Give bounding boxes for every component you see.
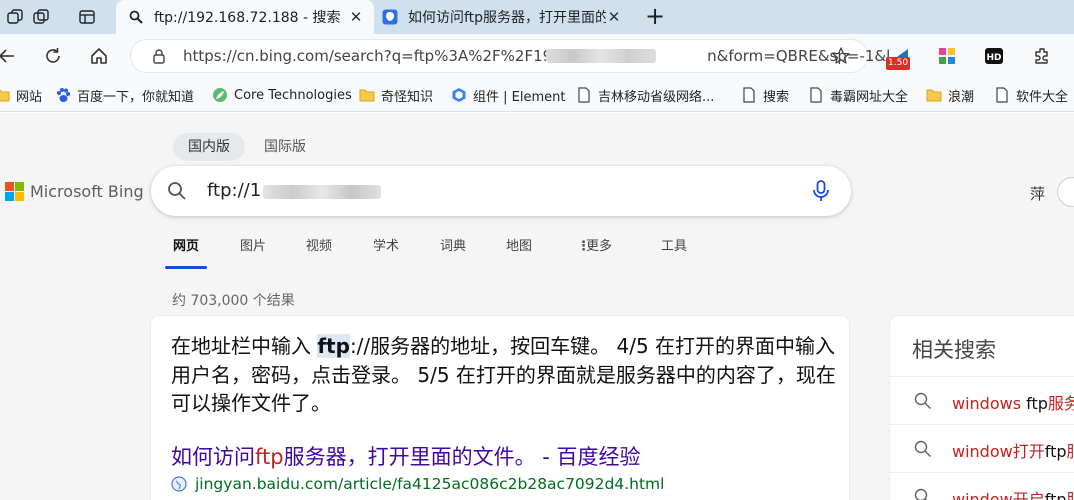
bookmark-search[interactable]: 搜索 xyxy=(741,86,789,105)
new-tab-button[interactable]: + xyxy=(642,4,668,30)
tab-search[interactable]: ftp://192.168.72.188 - 搜索 ✕ xyxy=(116,0,374,34)
tab-baidu-jingyan[interactable]: 如何访问ftp服务器，打开里面的文 ✕ xyxy=(378,0,632,34)
baidu-paw-icon xyxy=(55,87,71,103)
region-international-tab[interactable]: 国际版 xyxy=(264,133,306,161)
home-icon[interactable] xyxy=(87,44,111,68)
address-url: https://cn.bing.com/search?q=ftp%3A%2F%2… xyxy=(183,47,905,65)
tab-images[interactable]: 图片 xyxy=(240,233,266,269)
bookmark-langchao[interactable]: 浪潮 xyxy=(926,86,974,105)
tab-tools[interactable]: 工具 xyxy=(661,233,687,269)
tab-more[interactable]: ⋮更多 xyxy=(577,233,612,269)
search-icon xyxy=(914,392,932,410)
bookmark-wangzhan[interactable]: 网站 xyxy=(0,86,42,105)
vertical-tabs-icon[interactable] xyxy=(76,6,98,28)
search-box[interactable]: ftp://1 xyxy=(151,166,851,216)
back-icon[interactable] xyxy=(0,44,18,68)
extensions-icon[interactable] xyxy=(1029,43,1055,69)
related-item[interactable]: windows ftp服务 xyxy=(890,376,1074,424)
redacted-blur xyxy=(546,49,656,63)
element-logo-icon xyxy=(451,87,467,103)
folder-icon xyxy=(926,87,942,103)
region-domestic-tab[interactable]: 国内版 xyxy=(173,133,245,161)
page-icon xyxy=(808,87,824,103)
puzzle-extension-icon[interactable] xyxy=(934,43,960,69)
tab-dictionary[interactable]: 词典 xyxy=(440,233,466,269)
baidu-favicon-icon xyxy=(382,9,398,25)
workspaces-icon[interactable] xyxy=(4,6,26,28)
microphone-icon[interactable] xyxy=(811,180,831,202)
bookmarks-bar: 网站 百度一下，你就知道 Core Technologies 奇怪知识 组件 |… xyxy=(0,78,1074,112)
close-icon[interactable]: ✕ xyxy=(348,8,364,26)
collections-icon[interactable] xyxy=(30,6,52,28)
bookmark-baidu[interactable]: 百度一下，你就知道 xyxy=(55,86,194,105)
folder-icon xyxy=(0,87,10,103)
address-bar[interactable]: https://cn.bing.com/search?q=ftp%3A%2F%2… xyxy=(130,39,905,73)
more-dots-icon: ⋮ xyxy=(577,239,590,254)
favorite-star-icon[interactable] xyxy=(831,46,851,66)
bookmark-ruanjian[interactable]: 软件大全 xyxy=(994,86,1068,105)
tab-videos[interactable]: 视频 xyxy=(306,233,332,269)
result-url[interactable]: jingyan.baidu.com/article/fa4125ac086c2b… xyxy=(171,474,664,494)
bing-logo[interactable]: Microsoft Bing xyxy=(5,181,144,201)
hd-extension-icon[interactable]: HD xyxy=(981,43,1007,69)
tab-web[interactable]: 网页 xyxy=(164,233,208,269)
top-answer-card: 在地址栏中输入 ftp://服务器的地址，按回车键。 4/5 在打开的界面中输入… xyxy=(151,316,849,500)
folder-icon xyxy=(359,87,375,103)
redacted-blur xyxy=(263,185,381,199)
bookmark-duba[interactable]: 毒霸网址大全 xyxy=(808,86,908,105)
tab-title: 如何访问ftp服务器，打开里面的文 xyxy=(408,10,606,26)
answer-snippet: 在地址栏中输入 ftp://服务器的地址，按回车键。 4/5 在打开的界面中输入… xyxy=(171,334,836,415)
related-title: 相关搜索 xyxy=(912,338,996,362)
bookmark-qiguai[interactable]: 奇怪知识 xyxy=(359,86,433,105)
search-icon xyxy=(128,9,144,25)
refresh-icon[interactable] xyxy=(41,44,65,68)
search-icon xyxy=(914,440,932,458)
bookmark-jilin[interactable]: 吉林移动省级网络... xyxy=(576,86,714,105)
avatar[interactable] xyxy=(1057,177,1074,207)
page-icon xyxy=(994,87,1010,103)
search-icon[interactable] xyxy=(167,181,187,201)
tab-title: ftp://192.168.72.188 - 搜索 xyxy=(154,10,341,26)
related-item[interactable]: window开启ftp服 xyxy=(890,472,1074,500)
globe-icon xyxy=(171,476,187,492)
page-icon xyxy=(576,87,592,103)
result-title-link[interactable]: 如何访问ftp服务器，打开里面的文件。 - 百度经验 xyxy=(171,441,641,471)
page-icon xyxy=(741,87,757,103)
search-input[interactable]: ftp://1 xyxy=(207,166,261,216)
user-name[interactable]: 萍 xyxy=(1030,183,1045,204)
lock-icon[interactable] xyxy=(151,48,167,64)
extension-badge: 1.50 xyxy=(886,57,911,70)
toolbar: https://cn.bing.com/search?q=ftp%3A%2F%2… xyxy=(0,34,1074,78)
microsoft-logo-icon xyxy=(5,181,24,201)
leaf-icon xyxy=(212,87,228,103)
bookmark-element[interactable]: 组件 | Element xyxy=(451,86,565,105)
close-icon[interactable]: ✕ xyxy=(606,8,622,26)
related-item[interactable]: window打开ftp服 xyxy=(890,424,1074,472)
tab-strip: ftp://192.168.72.188 - 搜索 ✕ 如何访问ftp服务器，打… xyxy=(0,0,1074,34)
search-icon xyxy=(914,488,932,500)
svg-text:HD: HD xyxy=(986,53,1001,63)
result-count: 约 703,000 个结果 xyxy=(172,293,295,309)
tab-maps[interactable]: 地图 xyxy=(506,233,532,269)
tab-academic[interactable]: 学术 xyxy=(373,233,399,269)
related-searches-panel: 相关搜索 windows ftp服务 window打开ftp服 window开启… xyxy=(890,316,1074,500)
bookmark-core-technologies[interactable]: Core Technologies xyxy=(212,86,352,104)
bing-page: 国内版 国际版 Microsoft Bing ftp://1 萍 网页 图片 视… xyxy=(0,113,1074,500)
